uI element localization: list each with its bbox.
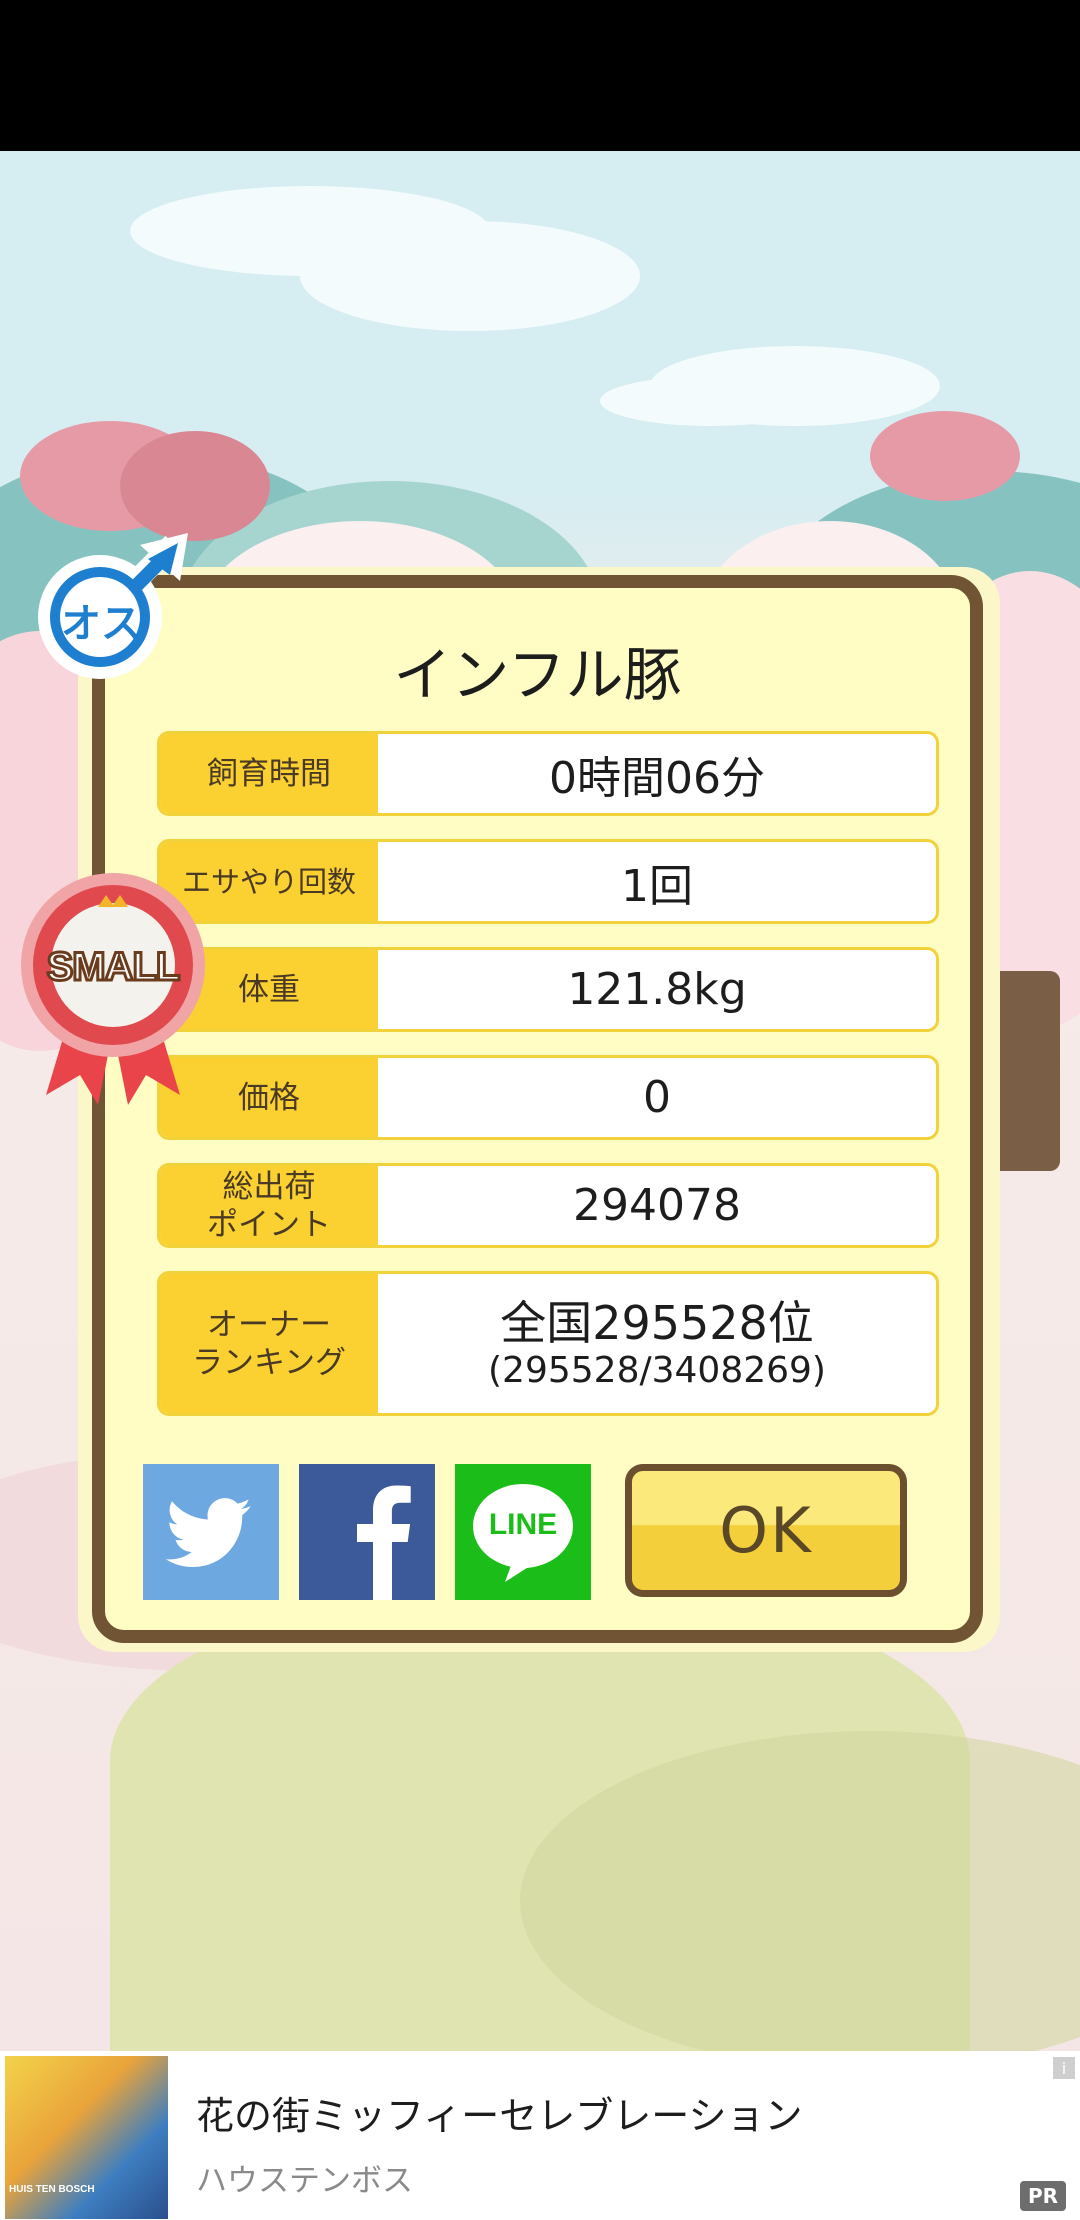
- stat-value: 294078: [573, 1180, 741, 1231]
- twitter-share-button[interactable]: [143, 1464, 279, 1600]
- stat-value: 0時間06分: [549, 752, 765, 804]
- male-badge: オス: [30, 525, 200, 690]
- stat-row-raising-time: 飼育時間 0時間06分: [157, 731, 939, 816]
- gender-label: オス: [61, 601, 141, 647]
- ad-info-icon[interactable]: i: [1053, 2057, 1075, 2079]
- ad-banner[interactable]: HUIS TEN BOSCH 花の街ミッフィーセレブレーション ハウステンボス …: [0, 2051, 1080, 2220]
- stat-value: 1回: [621, 860, 693, 912]
- stat-value: 0: [643, 1072, 671, 1123]
- ok-button[interactable]: OK: [625, 1464, 907, 1597]
- pig-status-dialog: インフル豚 飼育時間 0時間06分 エサやり回数 1回 体重 121.8kg 価…: [92, 575, 983, 1643]
- stat-row-owner-ranking: オーナー ランキング 全国295528位 (295528/3408269): [157, 1271, 939, 1416]
- line-logo-text: LINE: [488, 1508, 558, 1541]
- ad-pr-badge: PR: [1020, 2181, 1066, 2211]
- ad-image-text: HUIS TEN BOSCH: [9, 2184, 95, 2195]
- ranking-detail: (295528/3408269): [488, 1349, 826, 1391]
- tree-blossom: [870, 411, 1020, 501]
- stat-label: オーナー ランキング: [160, 1274, 378, 1413]
- stat-row-weight: 体重 121.8kg: [157, 947, 939, 1032]
- stat-label: 飼育時間: [160, 734, 378, 813]
- cloud: [300, 221, 640, 331]
- size-rank-ribbon: SMALL: [18, 865, 208, 1110]
- cloud: [600, 376, 820, 426]
- stat-row-feed-count: エサやり回数 1回: [157, 839, 939, 924]
- stat-label-line: オーナー: [207, 1306, 331, 1343]
- stat-label-line: 総出荷: [222, 1168, 316, 1205]
- size-rank-label: SMALL: [45, 944, 182, 991]
- ad-advertiser: ハウステンボス: [196, 2163, 413, 2199]
- facebook-share-button[interactable]: [299, 1464, 435, 1600]
- ranking-value: 全国295528位: [500, 1295, 814, 1350]
- stat-row-shipping-points: 総出荷 ポイント 294078: [157, 1163, 939, 1248]
- ad-image: HUIS TEN BOSCH: [5, 2056, 168, 2219]
- stat-label: 総出荷 ポイント: [160, 1166, 378, 1245]
- pig-name-title: インフル豚: [393, 641, 682, 709]
- line-share-button[interactable]: LINE: [455, 1464, 591, 1600]
- stat-label-line: ランキング: [191, 1344, 347, 1381]
- ad-title: 花の街ミッフィーセレブレーション: [196, 2094, 803, 2138]
- stat-value: 全国295528位 (295528/3408269): [378, 1274, 936, 1413]
- twitter-bird-icon: [165, 1498, 251, 1567]
- stat-value: 121.8kg: [567, 964, 747, 1015]
- facebook-f-icon: [357, 1485, 411, 1600]
- stat-row-price: 価格 0: [157, 1055, 939, 1140]
- stat-label-line: ポイント: [207, 1206, 331, 1243]
